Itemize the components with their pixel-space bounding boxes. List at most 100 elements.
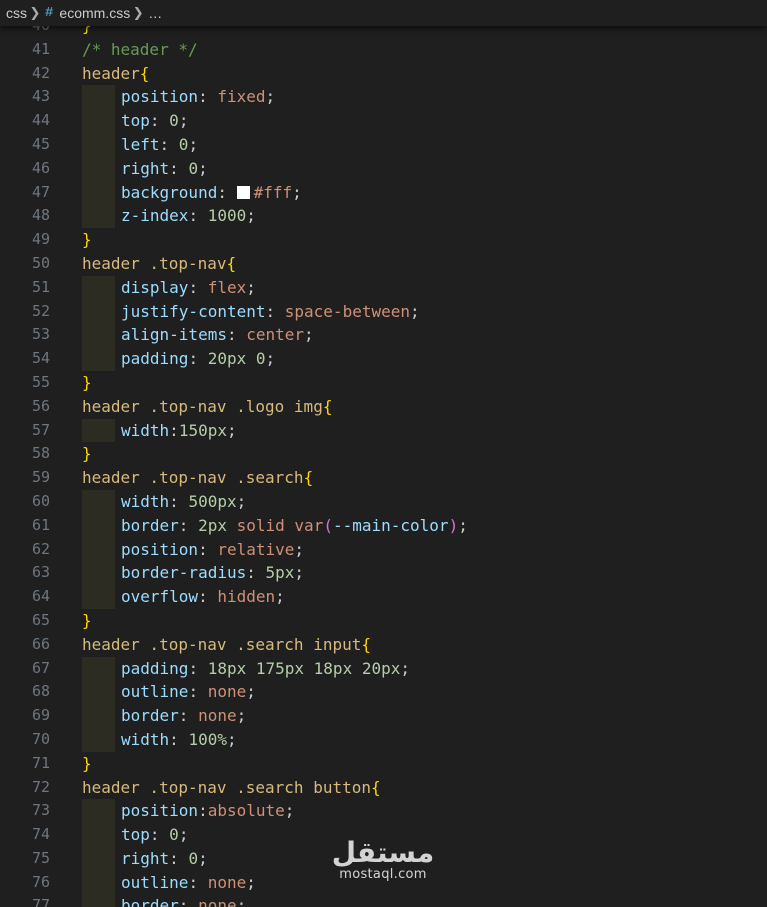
- code-text: position:absolute;: [121, 799, 294, 823]
- code-token: header .top-nav: [82, 253, 227, 273]
- code-line[interactable]: 48 z-index: 1000;: [0, 204, 767, 229]
- code-line[interactable]: 60 width: 500px;: [0, 489, 767, 514]
- code-text: header .top-nav .search{: [82, 466, 313, 490]
- code-token: {: [370, 777, 381, 797]
- code-token: 0: [188, 158, 199, 178]
- code-line[interactable]: 44 top: 0;: [0, 109, 767, 133]
- code-line[interactable]: 49}: [0, 228, 767, 252]
- code-token: border-radius: [121, 563, 247, 583]
- code-line[interactable]: 53 align-items: center;: [0, 323, 767, 348]
- code-text: width: 500px;: [121, 490, 246, 514]
- code-token: display: [121, 277, 189, 297]
- line-number: 42: [31, 63, 50, 82]
- code-line[interactable]: 71}: [0, 752, 767, 776]
- code-token: justify-content: [121, 301, 266, 321]
- code-line[interactable]: 58}: [0, 442, 767, 466]
- code-editor[interactable]: 40}41/* header */42 header{43position: fi…: [0, 26, 767, 907]
- code-line[interactable]: 56 header .top-nav .logo img{: [0, 395, 767, 419]
- indent-guide: [82, 727, 115, 752]
- code-token: ;: [294, 563, 305, 583]
- code-token: 150px: [178, 420, 227, 440]
- code-line[interactable]: 42 header{: [0, 62, 767, 86]
- code-line[interactable]: 68 outline: none;: [0, 680, 767, 705]
- code-line[interactable]: 46 right: 0;: [0, 156, 767, 181]
- code-text: top: 0;: [121, 109, 188, 133]
- code-line[interactable]: 72 header .top-nav .search button{: [0, 776, 767, 800]
- code-token: ;: [236, 706, 247, 726]
- code-line[interactable]: 57 width:150px;: [0, 418, 767, 443]
- code-token: :: [178, 706, 199, 726]
- line-number: 56: [31, 396, 50, 415]
- breadcrumb-more[interactable]: …: [148, 5, 162, 21]
- indent-guide: [82, 537, 115, 562]
- code-line[interactable]: 61 border: 2px solid var(--main-color);: [0, 513, 767, 538]
- line-number: 71: [31, 753, 50, 772]
- chevron-right-icon: ❯: [29, 5, 41, 20]
- code-line[interactable]: 66 header .top-nav .search input{: [0, 633, 767, 657]
- code-token: :: [198, 587, 218, 607]
- line-number: 74: [31, 825, 50, 844]
- code-token: ;: [236, 491, 247, 511]
- code-line[interactable]: 47 background: #fff;: [0, 180, 767, 205]
- code-line[interactable]: 54 padding: 20px 0;: [0, 347, 767, 371]
- code-token: relative: [217, 539, 295, 559]
- code-line[interactable]: 59 header .top-nav .search{: [0, 466, 767, 490]
- code-token: #fff: [253, 182, 293, 202]
- indent-guide: [82, 489, 115, 514]
- code-line[interactable]: 67 padding: 18px 175px 18px 20px;: [0, 656, 767, 681]
- indent-guide: [82, 799, 115, 824]
- code-token: }: [82, 230, 92, 250]
- code-token: 0: [169, 111, 179, 131]
- code-token: header .top-nav .logo img: [82, 396, 323, 416]
- code-line[interactable]: 40}: [0, 26, 767, 38]
- code-line[interactable]: 65}: [0, 609, 767, 633]
- code-line[interactable]: 50 header .top-nav{: [0, 252, 767, 276]
- code-line[interactable]: 69 border: none;: [0, 704, 767, 728]
- code-line[interactable]: 41 /* header */: [0, 38, 767, 62]
- code-token: :: [169, 729, 189, 749]
- code-text: header{: [82, 62, 149, 86]
- line-number: 50: [31, 253, 50, 272]
- code-line[interactable]: 51 display: flex;: [0, 275, 767, 300]
- code-token: position: [121, 801, 199, 821]
- code-line[interactable]: 62 position: relative;: [0, 537, 767, 562]
- code-text: padding: 20px 0;: [121, 347, 275, 371]
- line-number: 72: [31, 777, 50, 796]
- code-text: display: flex;: [121, 276, 256, 300]
- breadcrumb-folder[interactable]: css: [6, 5, 27, 21]
- code-text: right: 0;: [121, 157, 208, 181]
- code-text: border: none;: [121, 894, 246, 907]
- code-line[interactable]: 45 left: 0;: [0, 132, 767, 157]
- indent-guide: [82, 894, 115, 907]
- code-line[interactable]: 43 position: fixed;: [0, 85, 767, 110]
- code-text: outline: none;: [121, 871, 256, 895]
- code-token: :: [188, 206, 208, 226]
- breadcrumb-file[interactable]: ecomm.css: [59, 5, 130, 21]
- indent-guide: [82, 704, 115, 728]
- code-token: :: [265, 301, 285, 321]
- code-text: header .top-nav .search input{: [82, 633, 371, 657]
- code-line[interactable]: 55}: [0, 371, 767, 395]
- line-number: 44: [31, 111, 50, 130]
- code-token: hidden: [217, 587, 276, 607]
- code-text: justify-content: space-between;: [121, 300, 420, 324]
- code-token: ;: [226, 420, 237, 440]
- code-token: ;: [458, 515, 468, 535]
- code-token: ;: [178, 111, 189, 131]
- code-token: :: [159, 134, 179, 154]
- code-line[interactable]: 70 width: 100%;: [0, 727, 767, 752]
- breadcrumb: css ❯ # ecomm.css ❯ …: [0, 0, 767, 26]
- code-token: width: [121, 420, 170, 440]
- code-token: ;: [410, 301, 420, 321]
- code-token: ;: [246, 872, 256, 892]
- code-line[interactable]: 63 border-radius: 5px;: [0, 561, 767, 586]
- line-number: 76: [31, 872, 50, 891]
- code-token: right: [121, 848, 170, 868]
- code-line[interactable]: 77 border: none;: [0, 894, 767, 907]
- code-line[interactable]: 52 justify-content: space-between;: [0, 299, 767, 324]
- line-number: 47: [31, 182, 50, 201]
- code-line[interactable]: 64 overflow: hidden;: [0, 585, 767, 609]
- color-swatch-icon[interactable]: [236, 185, 250, 199]
- code-line[interactable]: 73 position:absolute;: [0, 799, 767, 824]
- indent-guide: [82, 347, 115, 371]
